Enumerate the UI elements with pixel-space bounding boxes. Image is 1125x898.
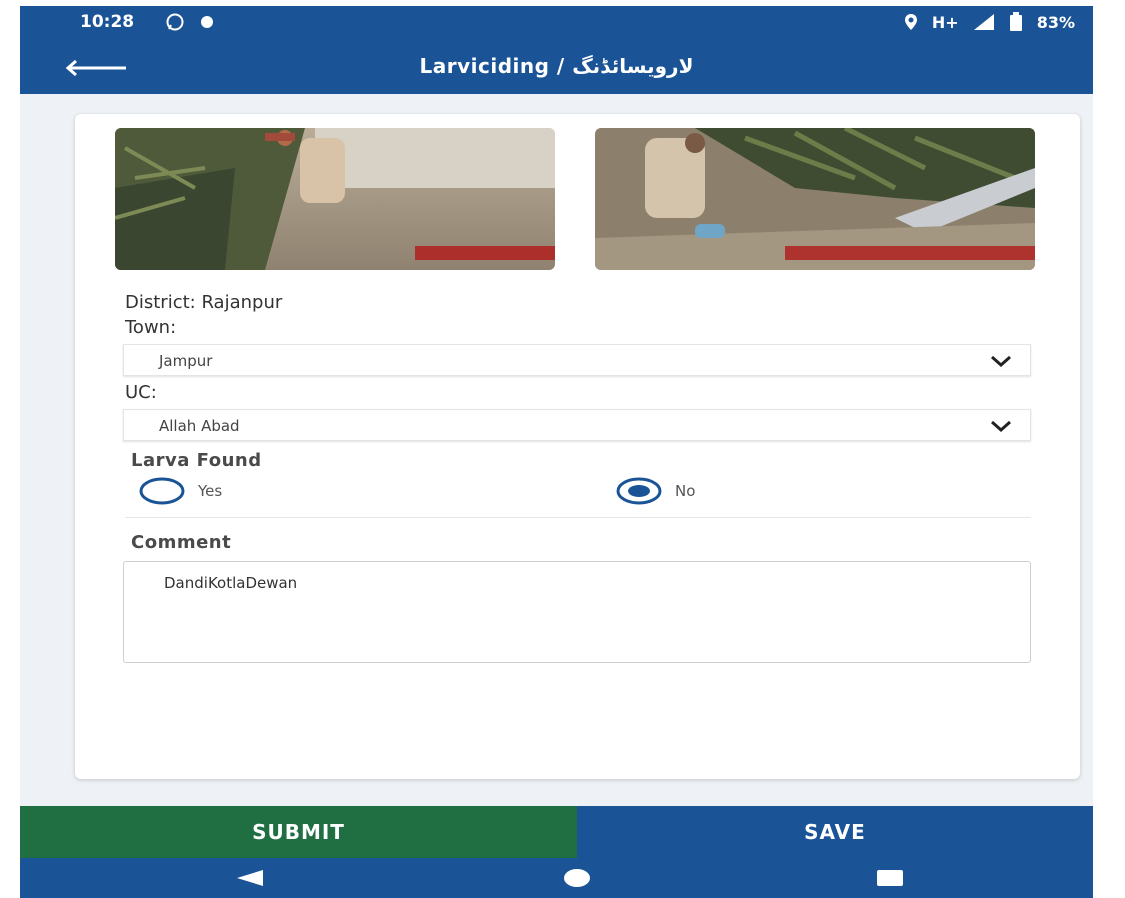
divider [125, 517, 1031, 518]
captured-photo-1[interactable] [115, 128, 555, 270]
uc-select-value: Allah Abad [159, 417, 240, 435]
town-label: Town: [125, 317, 177, 338]
uc-label: UC: [125, 382, 157, 403]
nav-recents-button[interactable] [865, 866, 915, 890]
nav-back-button[interactable] [225, 866, 275, 890]
action-bar: SUBMIT SAVE [20, 806, 1093, 858]
comment-label: Comment [131, 532, 232, 553]
larva-no-radio[interactable]: No [615, 476, 695, 506]
status-bar: 10:28 H+ 83% [20, 6, 1093, 38]
notification-dot-icon [199, 14, 215, 30]
larva-yes-radio[interactable]: Yes [138, 476, 222, 506]
battery-icon [1009, 12, 1023, 32]
triangle-back-icon [235, 868, 265, 888]
square-recents-icon [875, 868, 905, 888]
submit-button[interactable]: SUBMIT [20, 806, 577, 858]
circle-home-icon [562, 868, 592, 888]
location-icon [904, 13, 918, 31]
page-title: Larviciding / لارویسائڈنگ [419, 54, 694, 78]
network-type: H+ [931, 12, 959, 32]
save-button[interactable]: SAVE [577, 806, 1093, 858]
system-nav-bar [20, 858, 1093, 898]
status-time: 10:28 [80, 12, 135, 32]
whatsapp-icon [165, 12, 185, 32]
form-card: District: Rajanpur Town: Jampur UC: Alla… [75, 114, 1080, 779]
chevron-down-icon [990, 353, 1012, 372]
captured-photo-2[interactable] [595, 128, 1035, 270]
signal-icon [973, 13, 995, 31]
app-screen: 10:28 H+ 83% Larviciding / لارویسائڈنگ D… [20, 6, 1093, 898]
larva-no-label: No [675, 482, 696, 500]
district-text: District: Rajanpur [125, 292, 283, 313]
nav-home-button[interactable] [552, 866, 602, 890]
comment-textarea[interactable]: DandiKotlaDewan [123, 561, 1031, 663]
town-select[interactable]: Jampur [123, 344, 1031, 376]
chevron-down-icon [990, 418, 1012, 437]
town-select-value: Jampur [159, 352, 213, 370]
larva-found-label: Larva Found [131, 450, 262, 471]
radio-unchecked-icon [138, 476, 186, 506]
radio-checked-icon [615, 476, 663, 506]
larva-yes-label: Yes [198, 482, 223, 500]
uc-select[interactable]: Allah Abad [123, 409, 1031, 441]
battery-percent: 83% [1036, 12, 1075, 32]
top-bar: 10:28 H+ 83% Larviciding / لارویسائڈنگ [20, 6, 1093, 94]
app-bar: Larviciding / لارویسائڈنگ [20, 40, 1093, 94]
